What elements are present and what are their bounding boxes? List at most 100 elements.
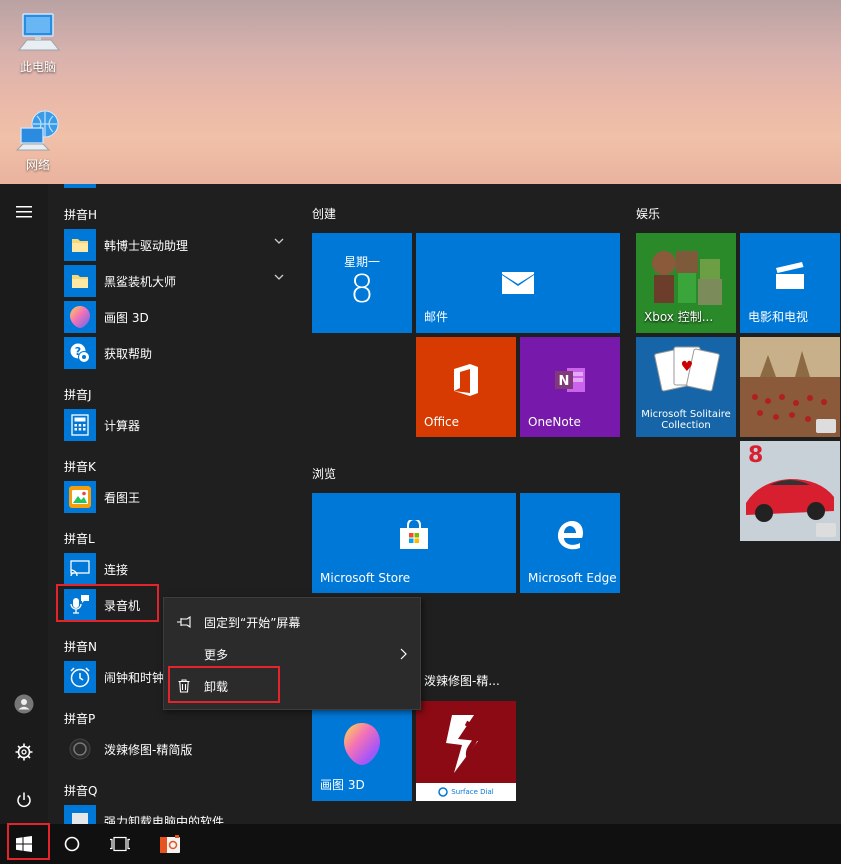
- chevron-down-icon[interactable]: [274, 273, 284, 281]
- section-header-browse[interactable]: 浏览: [312, 465, 336, 482]
- tile-label: 电影和电视: [748, 310, 809, 324]
- tile-label: 泼辣修图-精...: [424, 674, 500, 688]
- office-icon: [454, 364, 478, 396]
- connect-icon: [70, 560, 90, 577]
- start-rail: [0, 184, 48, 824]
- tile-onenote[interactable]: N OneNote: [520, 337, 620, 437]
- app-item[interactable]: 韩博士驱动助理: [64, 227, 296, 263]
- app-label: 黑鲨装机大师: [104, 274, 177, 289]
- section-header-entertainment[interactable]: 娱乐: [636, 205, 660, 222]
- highlight-voice-recorder: [56, 584, 159, 622]
- app-label: 计算器: [104, 418, 141, 433]
- cortana-circle-icon: [64, 836, 80, 852]
- svg-text:N: N: [559, 374, 570, 389]
- app-item[interactable]: 画图 3D: [64, 299, 296, 335]
- tile-mail[interactable]: 邮件: [416, 233, 620, 333]
- help-icon: ?: [70, 343, 90, 363]
- highlight-start-button: [7, 823, 50, 860]
- tile-label: 画图 3D: [320, 778, 365, 792]
- menu-item-pin-to-start[interactable]: 固定到“开始”屏幕: [164, 606, 420, 638]
- tile-calendar[interactable]: 星期一 8: [312, 233, 412, 333]
- tile-microsoft-edge[interactable]: Microsoft Edge: [520, 493, 620, 593]
- tile-solitaire[interactable]: ♥ Microsoft Solitaire Collection: [636, 337, 736, 437]
- power-icon: [17, 792, 31, 808]
- task-view-icon: [110, 836, 130, 852]
- alarm-clock-icon: [70, 667, 90, 688]
- tile-label: Xbox 控制...: [644, 310, 714, 324]
- tile-label: Surface Dial: [451, 788, 494, 796]
- app-label: 画图 3D: [104, 310, 149, 325]
- taskbar-app-polarr[interactable]: [146, 824, 194, 864]
- tile-label: Office: [424, 415, 460, 429]
- hamburger-menu-icon: [16, 206, 32, 218]
- app-item[interactable]: ? 获取帮助: [64, 335, 296, 371]
- app-item[interactable]: 强力卸载电脑中的软件: [64, 803, 296, 824]
- desktop-icon-network[interactable]: 网络: [8, 108, 68, 173]
- folder-icon: [72, 239, 88, 252]
- desktop-icon-this-pc[interactable]: 此电脑: [8, 10, 68, 75]
- highlight-uninstall: [168, 666, 280, 703]
- user-icon: [14, 694, 34, 714]
- app-item[interactable]: 看图王: [64, 479, 296, 515]
- racing-logo-number: 8: [748, 443, 764, 468]
- edge-icon: [558, 521, 583, 550]
- group-header-q[interactable]: 拼音Q: [64, 782, 97, 799]
- paint3d-icon: [70, 306, 90, 328]
- menu-item-label: 更多: [204, 647, 229, 662]
- app-item[interactable]: 黑鲨装机大师: [64, 263, 296, 299]
- menu-item-label: 固定到“开始”屏幕: [204, 615, 301, 630]
- cortana-button[interactable]: [48, 824, 96, 864]
- paint3d-icon: [344, 723, 380, 765]
- image-viewer-icon: [69, 486, 91, 508]
- mail-icon: [502, 272, 534, 294]
- tile-microsoft-store[interactable]: Microsoft Store: [312, 493, 516, 593]
- app-label: 连接: [104, 562, 129, 577]
- section-header-create[interactable]: 创建: [312, 205, 336, 222]
- tile-office[interactable]: Office: [416, 337, 516, 437]
- polarr-icon: [69, 738, 91, 760]
- tile-label: Microsoft Edge: [528, 571, 617, 585]
- app-item[interactable]: 泼辣修图-精简版: [64, 731, 296, 767]
- group-header-l[interactable]: 拼音L: [64, 530, 95, 547]
- uninstaller-icon: [72, 813, 88, 824]
- folder-icon: [72, 275, 88, 288]
- tile-game-racing[interactable]: 8: [740, 441, 840, 541]
- tile-game-strategy[interactable]: [740, 337, 840, 437]
- tile-paint3d[interactable]: 画图 3D: [312, 701, 412, 801]
- app-label: 强力卸载电脑中的软件: [104, 814, 225, 825]
- user-account-button[interactable]: [0, 680, 48, 728]
- app-item[interactable]: 连接: [64, 551, 296, 587]
- group-header-n[interactable]: 拼音N: [64, 638, 97, 655]
- expand-menu-button[interactable]: [0, 188, 48, 236]
- tile-polarr[interactable]: 泼辣修图-精...: [416, 597, 516, 697]
- app-label: 泼辣修图-精简版: [104, 742, 193, 757]
- settings-button[interactable]: [0, 728, 48, 776]
- calculator-icon: [71, 414, 89, 436]
- group-header-p[interactable]: 拼音P: [64, 710, 95, 727]
- settings-gear-icon: [15, 743, 33, 761]
- power-button[interactable]: [0, 776, 48, 824]
- tile-surface-dial[interactable]: Surface Dial: [416, 701, 516, 801]
- group-header-h[interactable]: 拼音H: [64, 206, 97, 223]
- scrolled-app-icon-fragment: [64, 184, 96, 188]
- tile-label: Microsoft Solitaire Collection: [641, 409, 731, 431]
- tile-xbox-companion[interactable]: Xbox 控制...: [636, 233, 736, 333]
- chevron-down-icon[interactable]: [274, 237, 284, 245]
- app-item[interactable]: 计算器: [64, 407, 296, 443]
- group-header-j[interactable]: 拼音J: [64, 386, 92, 403]
- tile-movies-tv[interactable]: 电影和电视: [740, 233, 840, 333]
- network-icon: [15, 110, 59, 151]
- app-label: 获取帮助: [104, 346, 153, 361]
- svg-text:♥: ♥: [681, 359, 694, 375]
- app-label: 闹钟和时钟: [104, 670, 165, 685]
- app-list[interactable]: 拼音H 韩博士驱动助理 黑鲨装机大师 画图 3D ? 获取帮助 拼音J 计算器 …: [48, 184, 300, 824]
- group-header-k[interactable]: 拼音K: [64, 458, 96, 475]
- surface-dial-logo-icon: [446, 715, 479, 773]
- task-view-button[interactable]: [96, 824, 144, 864]
- desktop-icon-label: 此电脑: [19, 60, 56, 74]
- tiles-area: 创建 浏览 娱乐 星期一 8 邮件 Office N OneNote Micro…: [300, 184, 841, 824]
- start-menu: 拼音H 韩博士驱动助理 黑鲨装机大师 画图 3D ? 获取帮助 拼音J 计算器 …: [0, 184, 841, 824]
- calendar-day: 8: [349, 267, 375, 311]
- taskbar: [0, 824, 841, 864]
- clapperboard-icon: [776, 262, 804, 289]
